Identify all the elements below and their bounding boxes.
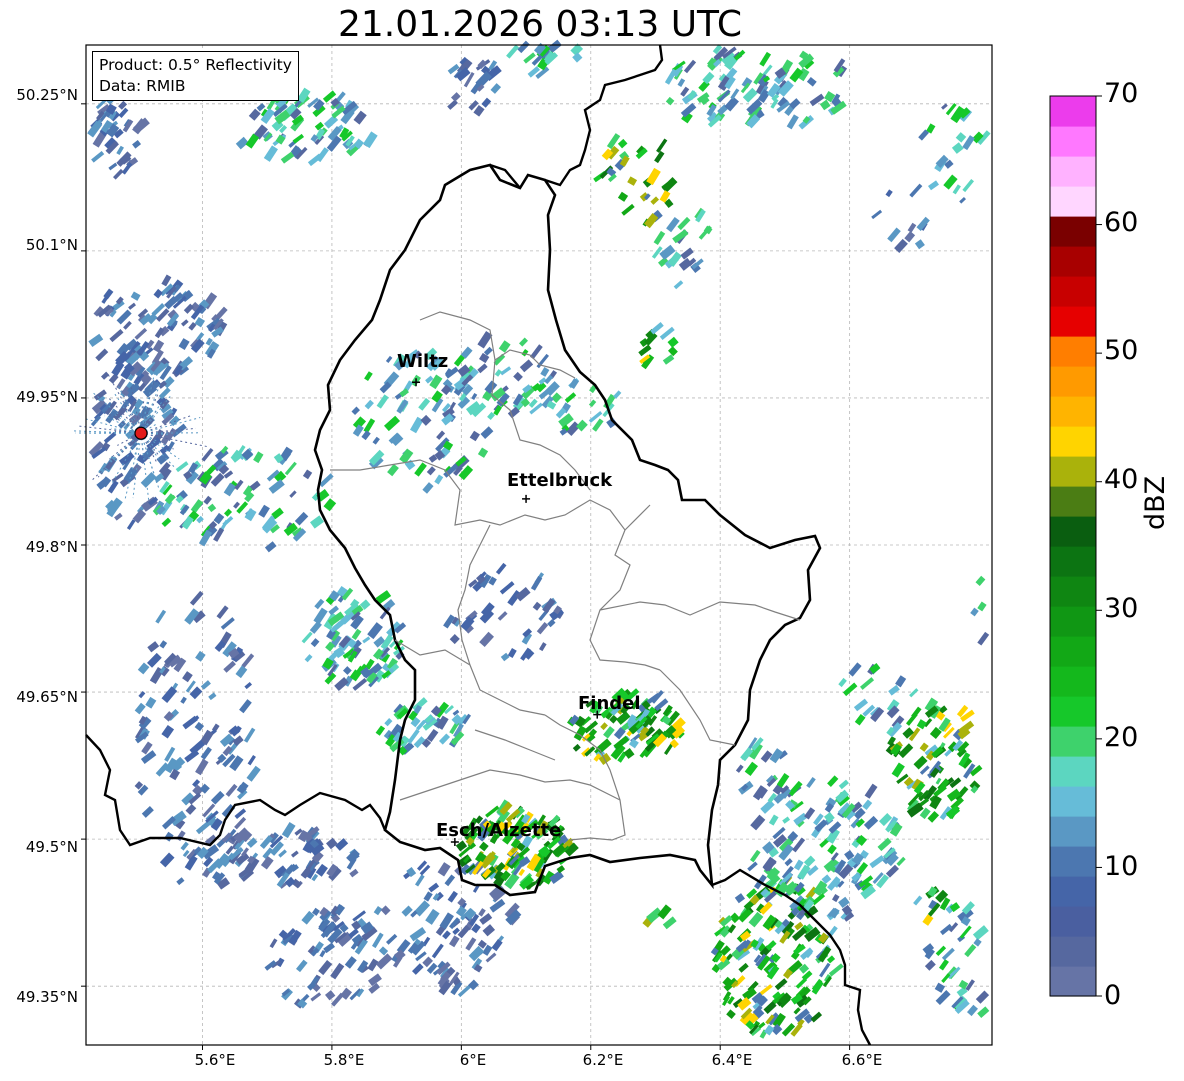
lon-label-6-2: 6.2°E (582, 1051, 624, 1069)
colorbar-segment (1050, 186, 1096, 217)
colorbar-segment (1050, 336, 1096, 367)
colorbar-segment (1050, 876, 1096, 907)
lat-label-49-8: 49.8°N (25, 538, 78, 556)
colorbar-segment (1050, 726, 1096, 757)
colorbar-tick-20: 20 (1104, 722, 1139, 753)
lon-label-6-6: 6.6°E (841, 1051, 883, 1069)
colorbar-segment (1050, 276, 1096, 307)
product-info-box: Product: 0.5° Reflectivity Data: RMIB (92, 51, 299, 101)
colorbar-segment (1050, 216, 1096, 247)
colorbar-segment (1050, 96, 1096, 127)
city-label-findel: Findel (578, 693, 641, 714)
colorbar-segment (1050, 636, 1096, 667)
colorbar-label: dBZ (1140, 475, 1171, 530)
lon-label-6: 6°E (459, 1051, 487, 1069)
colorbar-segment (1050, 396, 1096, 427)
lat-label-49-95: 49.95°N (16, 388, 78, 406)
colorbar-tick-30: 30 (1104, 593, 1139, 624)
colorbar-segment (1050, 606, 1096, 637)
colorbar-tick-0: 0 (1104, 980, 1122, 1011)
colorbar-segment (1050, 906, 1096, 937)
radar-site-marker (134, 426, 148, 440)
colorbar-segment (1050, 486, 1096, 517)
colorbar-segment (1050, 366, 1096, 397)
lat-label-50-25: 50.25°N (16, 86, 78, 104)
colorbar-segment (1050, 126, 1096, 157)
lat-label-50-1: 50.1°N (25, 236, 78, 254)
colorbar-segment (1050, 786, 1096, 817)
lon-label-6-4: 6.4°E (711, 1051, 753, 1069)
colorbar-segment (1050, 246, 1096, 277)
product-label: Product: 0.5° Reflectivity (99, 56, 292, 74)
colorbar (1049, 95, 1102, 997)
colorbar-segment (1050, 576, 1096, 607)
colorbar-tick-60: 60 (1104, 207, 1139, 238)
colorbar-segment (1050, 816, 1096, 847)
colorbar-segment (1050, 696, 1096, 727)
colorbar-tick-70: 70 (1104, 78, 1139, 109)
colorbar-segment (1050, 306, 1096, 337)
colorbar-segment (1050, 156, 1096, 187)
city-label-esch: Esch/Alzette (436, 820, 562, 841)
colorbar-segment (1050, 966, 1096, 997)
colorbar-segment (1050, 426, 1096, 457)
colorbar-segment (1050, 936, 1096, 967)
colorbar-tick-50: 50 (1104, 335, 1139, 366)
lat-label-49-35: 49.35°N (16, 988, 78, 1006)
city-label-wiltz: Wiltz (397, 351, 449, 372)
colorbar-segment (1050, 546, 1096, 577)
colorbar-tick-10: 10 (1104, 851, 1139, 882)
lat-label-49-5: 49.5°N (25, 838, 78, 856)
colorbar-segment (1050, 756, 1096, 787)
colorbar-segment (1050, 456, 1096, 487)
colorbar-segment (1050, 846, 1096, 877)
colorbar-tick-40: 40 (1104, 464, 1139, 495)
lat-label-49-65: 49.65°N (16, 688, 78, 706)
radar-map (71, 39, 1102, 1050)
colorbar-segment (1050, 666, 1096, 697)
lon-label-5-6: 5.6°E (194, 1051, 236, 1069)
data-source-label: Data: RMIB (99, 77, 186, 95)
lon-label-5-8: 5.8°E (323, 1051, 365, 1069)
colorbar-segment (1050, 516, 1096, 547)
city-label-ettelbruck: Ettelbruck (507, 470, 613, 491)
